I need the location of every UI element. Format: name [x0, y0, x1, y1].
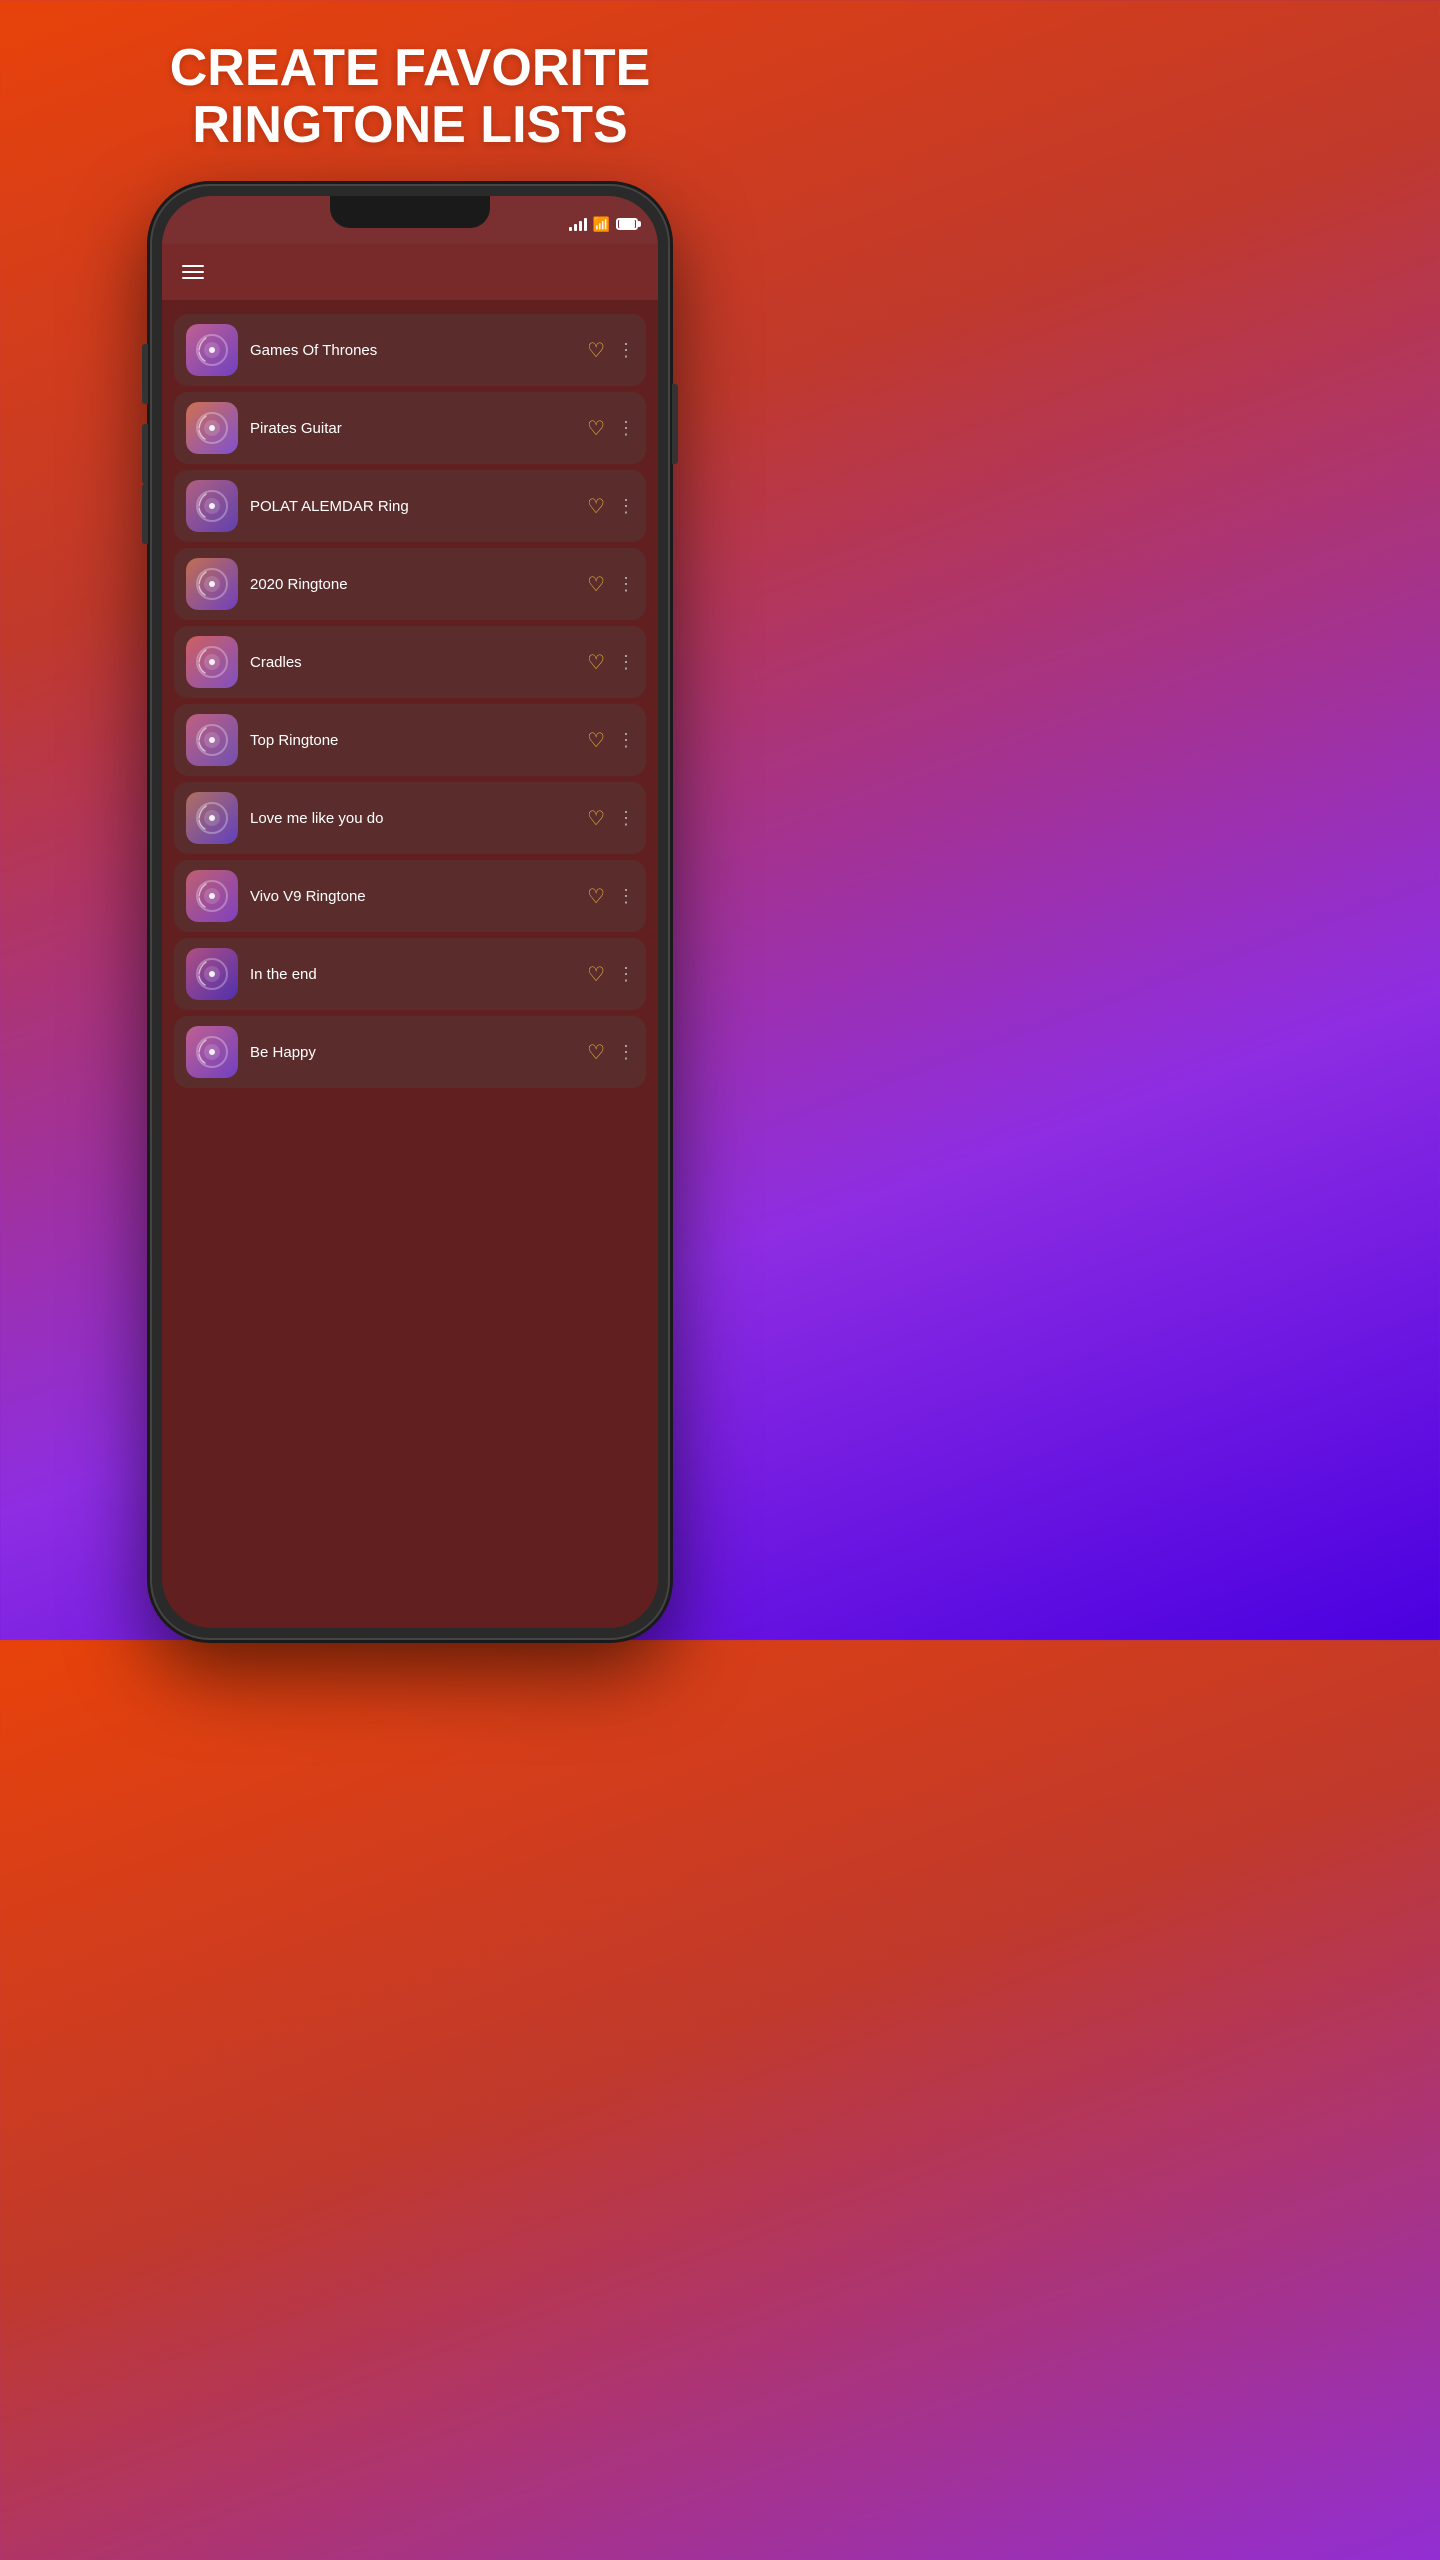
- more-options-icon[interactable]: ⋮: [617, 496, 634, 517]
- ringtone-name: POLAT ALEMDAR Ring: [250, 498, 575, 515]
- heart-icon[interactable]: ♡: [587, 884, 605, 909]
- list-item[interactable]: 2020 Ringtone ♡ ⋮: [174, 548, 646, 620]
- ringtone-name: 2020 Ringtone: [250, 576, 575, 593]
- ringtone-name: Top Ringtone: [250, 732, 575, 749]
- more-options-icon[interactable]: ⋮: [617, 418, 634, 439]
- notch: [330, 196, 490, 228]
- more-options-icon[interactable]: ⋮: [617, 964, 634, 985]
- header-text: CREATE FAVORITE RINGTONE LISTS: [0, 0, 820, 184]
- heart-icon[interactable]: ♡: [587, 494, 605, 519]
- ringtone-thumb: [186, 792, 238, 844]
- heart-icon[interactable]: ♡: [587, 650, 605, 675]
- ringtone-name: Love me like you do: [250, 810, 575, 827]
- signal-icon: [569, 217, 587, 231]
- hamburger-menu[interactable]: [182, 265, 204, 279]
- heart-icon[interactable]: ♡: [587, 1040, 605, 1065]
- phone-frame: 📶: [150, 184, 670, 1640]
- ringtone-thumb: [186, 480, 238, 532]
- more-options-icon[interactable]: ⋮: [617, 808, 634, 829]
- more-options-icon[interactable]: ⋮: [617, 886, 634, 907]
- list-item[interactable]: Top Ringtone ♡ ⋮: [174, 704, 646, 776]
- ringtone-thumb: [186, 948, 238, 1000]
- ringtone-thumb: [186, 870, 238, 922]
- heart-icon[interactable]: ♡: [587, 416, 605, 441]
- ringtone-name: Games Of Thrones: [250, 342, 575, 359]
- ringtone-thumb: [186, 558, 238, 610]
- wifi-icon: 📶: [593, 216, 610, 233]
- list-item[interactable]: Pirates Guitar ♡ ⋮: [174, 392, 646, 464]
- phone-screen: 📶: [162, 196, 658, 1628]
- heart-icon[interactable]: ♡: [587, 962, 605, 987]
- list-item[interactable]: POLAT ALEMDAR Ring ♡ ⋮: [174, 470, 646, 542]
- ringtone-thumb: [186, 402, 238, 454]
- heart-icon[interactable]: ♡: [587, 338, 605, 363]
- more-options-icon[interactable]: ⋮: [617, 340, 634, 361]
- more-options-icon[interactable]: ⋮: [617, 574, 634, 595]
- ringtone-name: Pirates Guitar: [250, 420, 575, 437]
- ringtone-thumb: [186, 714, 238, 766]
- more-options-icon[interactable]: ⋮: [617, 1042, 634, 1063]
- list-item[interactable]: Cradles ♡ ⋮: [174, 626, 646, 698]
- list-item[interactable]: Vivo V9 Ringtone ♡ ⋮: [174, 860, 646, 932]
- list-item[interactable]: Love me like you do ♡ ⋮: [174, 782, 646, 854]
- battery-icon: [616, 218, 638, 230]
- more-options-icon[interactable]: ⋮: [617, 730, 634, 751]
- ringtone-name: In the end: [250, 966, 575, 983]
- app-header: [162, 244, 658, 300]
- ringtone-name: Cradles: [250, 654, 575, 671]
- heart-icon[interactable]: ♡: [587, 572, 605, 597]
- list-item[interactable]: In the end ♡ ⋮: [174, 938, 646, 1010]
- heart-icon[interactable]: ♡: [587, 728, 605, 753]
- ringtone-thumb: [186, 324, 238, 376]
- more-options-icon[interactable]: ⋮: [617, 652, 634, 673]
- list-item[interactable]: Be Happy ♡ ⋮: [174, 1016, 646, 1088]
- ringtone-thumb: [186, 1026, 238, 1078]
- ringtone-name: Vivo V9 Ringtone: [250, 888, 575, 905]
- ringtone-name: Be Happy: [250, 1044, 575, 1061]
- list-item[interactable]: Games Of Thrones ♡ ⋮: [174, 314, 646, 386]
- phone-container: 📶: [150, 184, 670, 1640]
- ringtone-thumb: [186, 636, 238, 688]
- status-icons: 📶: [569, 216, 638, 233]
- ringtone-list: Games Of Thrones ♡ ⋮ Pirates Guitar ♡ ⋮: [162, 306, 658, 1628]
- heart-icon[interactable]: ♡: [587, 806, 605, 831]
